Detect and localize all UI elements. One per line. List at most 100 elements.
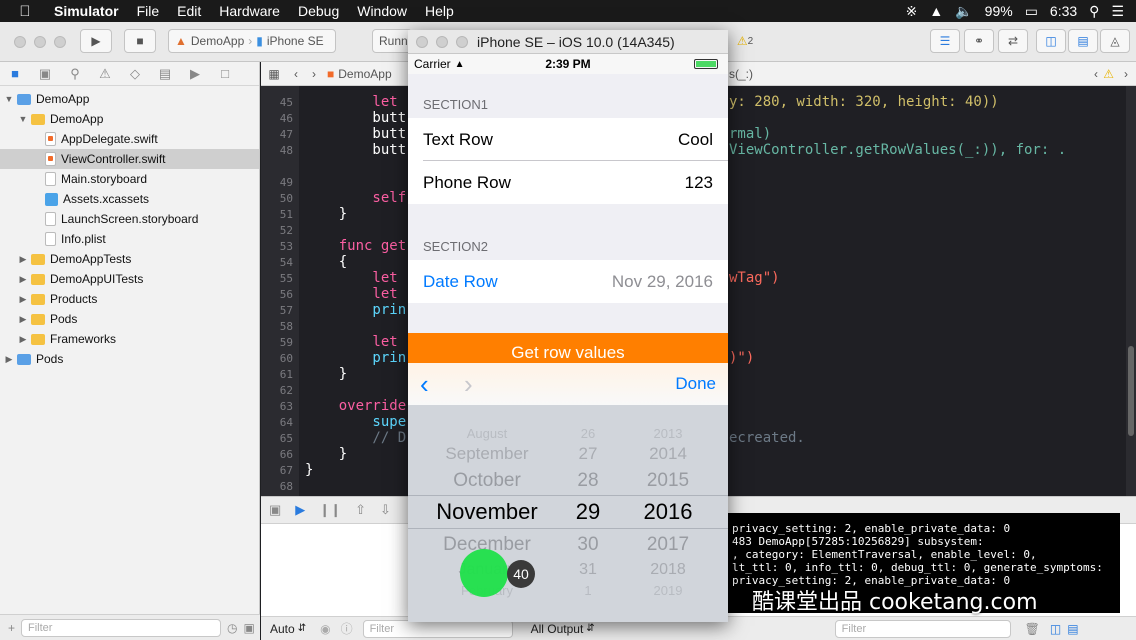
spotlight-search-icon[interactable]: ⚲ xyxy=(1089,3,1099,20)
filter-options-icon[interactable]: ▣ xyxy=(244,621,255,635)
disclosure-closed-icon[interactable]: ▶ xyxy=(18,274,28,285)
year-wheel[interactable]: 2013 2014 2015 2016 2017 2018 2019 xyxy=(618,405,718,622)
tests-tab-icon[interactable]: ◇ xyxy=(120,66,150,82)
tree-item[interactable]: LaunchScreen.storyboard xyxy=(0,209,259,229)
activity-viewer[interactable]: Runni xyxy=(372,29,412,53)
reports-tab-icon[interactable]: □ xyxy=(210,66,240,81)
picker-year-option[interactable]: 2013 xyxy=(618,426,718,441)
forward-arrow-icon[interactable]: › xyxy=(305,67,323,81)
menu-app-name[interactable]: Simulator xyxy=(50,3,128,19)
step-into-icon[interactable]: ⇩ xyxy=(380,502,391,518)
breakpoints-toggle-icon[interactable]: ▶ xyxy=(295,502,305,518)
breakpoints-tab-icon[interactable]: ▶ xyxy=(180,66,210,82)
battery-icon[interactable]: ▭ xyxy=(1025,3,1038,20)
toggle-utilities-button[interactable]: ◬ xyxy=(1100,29,1130,53)
picker-day-option[interactable]: 30 xyxy=(558,534,618,556)
run-button[interactable]: ▶ xyxy=(80,29,112,53)
picker-year-option[interactable]: 2018 xyxy=(618,561,718,579)
toggle-navigator-button[interactable]: ◫ xyxy=(1036,29,1066,53)
text-row[interactable]: Text Row Cool xyxy=(408,118,728,161)
tree-item[interactable]: Assets.xcassets xyxy=(0,189,259,209)
tree-item[interactable]: Info.plist xyxy=(0,229,259,249)
date-row[interactable]: Date Row Nov 29, 2016 xyxy=(408,260,728,303)
apple-icon[interactable]:  xyxy=(0,3,50,20)
sim-close-button[interactable] xyxy=(416,36,428,48)
disclosure-closed-icon[interactable]: ▶ xyxy=(18,334,28,345)
menu-help[interactable]: Help xyxy=(416,3,463,19)
breadcrumb[interactable]: DemoApp xyxy=(338,67,391,81)
tree-item[interactable]: ▶ Pods xyxy=(0,349,259,369)
source-control-tab-icon[interactable]: ▣ xyxy=(30,66,60,82)
picker-day-option[interactable]: 28 xyxy=(558,470,618,492)
disclosure-open-icon[interactable]: ▼ xyxy=(18,114,28,124)
add-icon[interactable]: + xyxy=(8,621,15,635)
previous-field-icon[interactable]: ‹ xyxy=(420,369,464,400)
variables-scope-select[interactable]: Auto xyxy=(270,622,295,636)
version-editor-button[interactable]: ⇄ xyxy=(998,29,1028,53)
picker-day-option[interactable]: 26 xyxy=(558,426,618,441)
step-over-icon[interactable]: ⇧ xyxy=(355,502,366,518)
console-output-select[interactable]: All Output xyxy=(531,622,584,636)
related-items-icon[interactable]: ▦ xyxy=(261,67,287,81)
menu-debug[interactable]: Debug xyxy=(289,3,348,19)
picker-month-option[interactable]: November xyxy=(416,499,558,525)
picker-month-option[interactable]: August xyxy=(416,426,558,441)
jump-warning-icon[interactable]: ⚠ xyxy=(1103,67,1114,81)
next-field-icon[interactable]: › xyxy=(464,369,508,400)
symbol-search-tab-icon[interactable]: ⚲ xyxy=(60,66,90,82)
sim-zoom-button[interactable] xyxy=(456,36,468,48)
minimize-window-button[interactable] xyxy=(34,36,46,48)
phone-row[interactable]: Phone Row 123 xyxy=(408,161,728,204)
menu-file[interactable]: File xyxy=(128,3,169,19)
battery-percent[interactable]: 99% xyxy=(985,3,1013,19)
tree-item[interactable]: ▶ DemoAppTests xyxy=(0,249,259,269)
tree-item[interactable]: AppDelegate.swift xyxy=(0,129,259,149)
done-button[interactable]: Done xyxy=(675,374,716,394)
tree-item[interactable]: ▶ Frameworks xyxy=(0,329,259,349)
issue-back-icon[interactable]: ‹ xyxy=(1094,67,1098,81)
picker-year-option[interactable]: 2016 xyxy=(618,499,718,525)
picker-month-option[interactable]: September xyxy=(416,444,558,464)
picker-year-option[interactable]: 2017 xyxy=(618,534,718,556)
picker-day-option[interactable]: 1 xyxy=(558,583,618,598)
assistant-editor-button[interactable]: ⚭ xyxy=(964,29,994,53)
console-filter-input[interactable]: Filter xyxy=(834,619,1011,638)
tree-item[interactable]: ▶ Pods xyxy=(0,309,259,329)
day-wheel[interactable]: 26 27 28 29 30 31 1 xyxy=(558,405,618,622)
toggle-debug-area-button[interactable]: ▤ xyxy=(1068,29,1098,53)
standard-editor-button[interactable]: ☰ xyxy=(930,29,960,53)
recent-files-icon[interactable]: ◷ xyxy=(227,621,237,635)
pause-icon[interactable]: ❙❙ xyxy=(319,502,341,518)
debug-tab-icon[interactable]: ▤ xyxy=(150,66,180,82)
wifi-icon[interactable]: ▲ xyxy=(929,3,943,19)
menubar-clock[interactable]: 6:33 xyxy=(1050,3,1077,19)
tree-item[interactable]: Main.storyboard xyxy=(0,169,259,189)
menu-window[interactable]: Window xyxy=(348,3,416,19)
picker-day-option[interactable]: 27 xyxy=(558,444,618,464)
disclosure-closed-icon[interactable]: ▶ xyxy=(18,294,28,305)
trash-icon[interactable]: 🗑 xyxy=(1025,622,1040,636)
navigator-filter-input[interactable]: Filter xyxy=(21,618,222,637)
menu-edit[interactable]: Edit xyxy=(168,3,210,19)
variables-filter-input[interactable]: Filter xyxy=(362,619,513,638)
breadcrumb-function[interactable]: s(_:) xyxy=(729,67,753,81)
console-only-icon[interactable]: ▤ xyxy=(1067,622,1078,636)
back-arrow-icon[interactable]: ‹ xyxy=(287,67,305,81)
warning-indicator[interactable]: ⚠ 2 xyxy=(728,29,762,53)
hide-debug-area-icon[interactable]: ▣ xyxy=(269,502,281,518)
sim-minimize-button[interactable] xyxy=(436,36,448,48)
folder-tab-icon[interactable]: ■ xyxy=(0,66,30,81)
stop-button[interactable]: ■ xyxy=(124,29,156,53)
tree-item[interactable]: ▼ DemoApp xyxy=(0,89,259,109)
scheme-selector[interactable]: ▲ DemoApp › ▮ iPhone SE xyxy=(168,29,336,53)
menu-hardware[interactable]: Hardware xyxy=(210,3,289,19)
editor-scrollbar[interactable] xyxy=(1126,86,1136,496)
split-console-icon[interactable]: ◫ xyxy=(1050,622,1061,636)
disclosure-open-icon[interactable]: ▼ xyxy=(4,94,14,104)
picker-day-option[interactable]: 31 xyxy=(558,561,618,579)
picker-year-option[interactable]: 2019 xyxy=(618,583,718,598)
zoom-window-button[interactable] xyxy=(54,36,66,48)
disclosure-closed-icon[interactable]: ▶ xyxy=(18,254,28,265)
eye-icon[interactable]: ◉ xyxy=(320,622,330,636)
tree-item[interactable]: ▶ DemoAppUITests xyxy=(0,269,259,289)
